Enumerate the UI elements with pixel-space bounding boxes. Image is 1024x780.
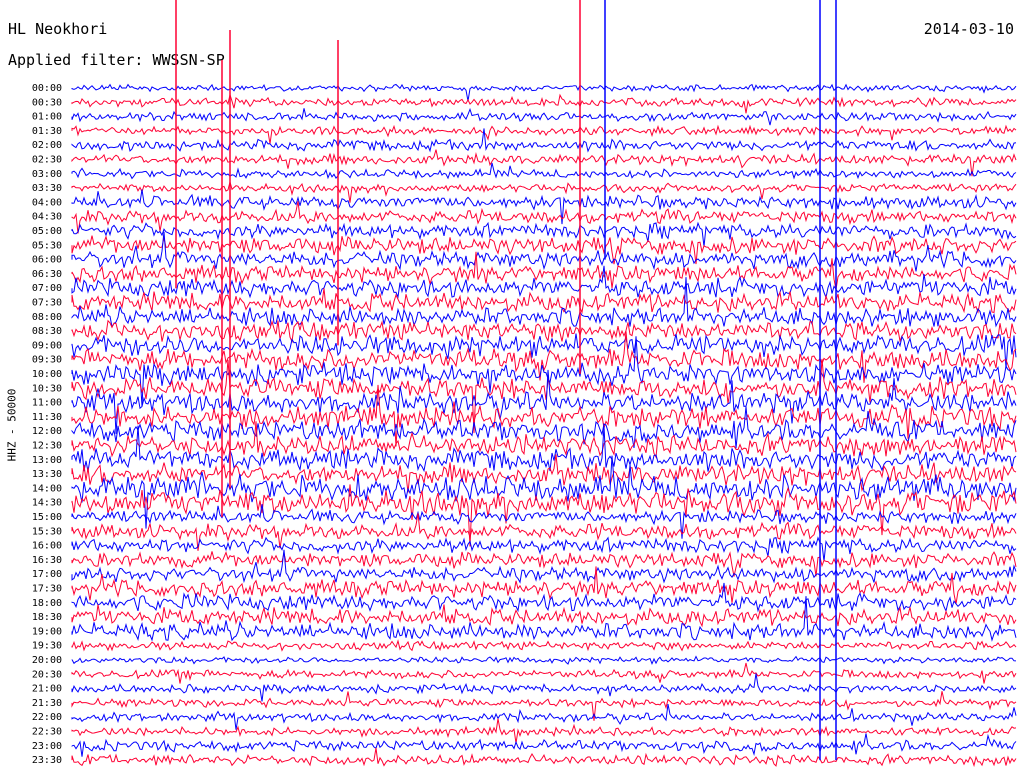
- time-tick-0400: 04:00: [32, 197, 62, 208]
- time-tick-2000: 20:00: [32, 655, 62, 666]
- time-tick-0500: 05:00: [32, 226, 62, 237]
- time-tick-2330: 23:30: [32, 755, 62, 766]
- time-tick-0130: 01:30: [32, 126, 62, 137]
- time-tick-1430: 14:30: [32, 498, 62, 509]
- trace-row-1500: [71, 504, 1017, 539]
- time-tick-1730: 17:30: [32, 584, 62, 595]
- time-tick-0100: 01:00: [32, 112, 62, 123]
- trace-row-2030: [71, 662, 1017, 684]
- trace-row-1800: [71, 582, 1017, 613]
- time-tick-1630: 16:30: [32, 555, 62, 566]
- time-tick-0530: 05:30: [32, 240, 62, 251]
- time-tick-0030: 00:30: [32, 97, 62, 108]
- time-tick-2130: 21:30: [32, 698, 62, 709]
- time-tick-0700: 07:00: [32, 283, 62, 294]
- time-tick-2030: 20:30: [32, 669, 62, 680]
- trace-row-2000: [71, 655, 1017, 666]
- time-tick-1830: 18:30: [32, 612, 62, 623]
- time-tick-1700: 17:00: [32, 569, 62, 580]
- time-tick-0230: 02:30: [32, 155, 62, 166]
- time-tick-1100: 11:00: [32, 398, 62, 409]
- time-tick-1200: 12:00: [32, 426, 62, 437]
- time-tick-1530: 15:30: [32, 526, 62, 537]
- trace-row-1830: [71, 604, 1017, 628]
- time-tick-0900: 09:00: [32, 340, 62, 351]
- trace-row-0900: [71, 333, 1017, 369]
- trace-row-1000: [71, 336, 1017, 407]
- trace-group: [71, 0, 1017, 768]
- trace-row-2300: [71, 733, 1017, 757]
- trace-row-0830: [71, 319, 1017, 344]
- time-tick-1930: 19:30: [32, 641, 62, 652]
- trace-row-1730: [71, 566, 1017, 605]
- trace-row-1300: [71, 425, 1017, 473]
- time-tick-0330: 03:30: [32, 183, 62, 194]
- time-tick-0000: 00:00: [32, 83, 62, 94]
- seismogram-plot: 00:00 00:30 01:00 01:30 02:00 02:30 03:00 03:30…: [32, 0, 1017, 768]
- time-tick-1230: 12:30: [32, 441, 62, 452]
- trace-row-0000: [71, 83, 1017, 102]
- trace-row-0300: [71, 162, 1017, 180]
- time-tick-1030: 10:30: [32, 383, 62, 394]
- trace-row-1630: [71, 551, 1017, 577]
- trace-row-2100: [71, 673, 1017, 702]
- time-tick-2100: 21:00: [32, 684, 62, 695]
- time-tick-0800: 08:00: [32, 312, 62, 323]
- time-tick-2230: 22:30: [32, 727, 62, 738]
- time-tick-0830: 08:30: [32, 326, 62, 337]
- time-tick-0930: 09:30: [32, 355, 62, 366]
- trace-row-0800: [71, 277, 1017, 329]
- time-tick-2200: 22:00: [32, 712, 62, 723]
- time-tick-0300: 03:00: [32, 169, 62, 180]
- trace-row-1400: [71, 455, 1017, 529]
- trace-row-1530: [71, 513, 1017, 551]
- time-tick-1000: 10:00: [32, 369, 62, 380]
- time-tick-0430: 04:30: [32, 212, 62, 223]
- time-tick-0600: 06:00: [32, 255, 62, 266]
- trace-row-0100: [71, 107, 1017, 126]
- time-tick-1800: 18:00: [32, 598, 62, 609]
- time-tick-0730: 07:30: [32, 298, 62, 309]
- time-tick-1330: 13:30: [32, 469, 62, 480]
- time-tick-1130: 11:30: [32, 412, 62, 423]
- trace-row-2200: [71, 704, 1017, 730]
- trace-row-0230: [71, 149, 1017, 177]
- time-tick-group: 00:00 00:30 01:00 01:30 02:00 02:30 03:00 03:30…: [32, 83, 62, 766]
- time-tick-2300: 23:00: [32, 741, 62, 752]
- trace-row-2330: [71, 747, 1017, 768]
- trace-row-0130: [71, 124, 1017, 144]
- trace-row-0700: [71, 265, 1017, 300]
- trace-row-1930: [71, 639, 1017, 652]
- time-tick-1600: 16:00: [32, 541, 62, 552]
- time-tick-0200: 02:00: [32, 140, 62, 151]
- time-tick-1900: 19:00: [32, 626, 62, 637]
- time-tick-0630: 06:30: [32, 269, 62, 280]
- time-tick-1400: 14:00: [32, 483, 62, 494]
- time-tick-1500: 15:00: [32, 512, 62, 523]
- time-tick-1300: 13:00: [32, 455, 62, 466]
- trace-row-0030: [71, 92, 1017, 114]
